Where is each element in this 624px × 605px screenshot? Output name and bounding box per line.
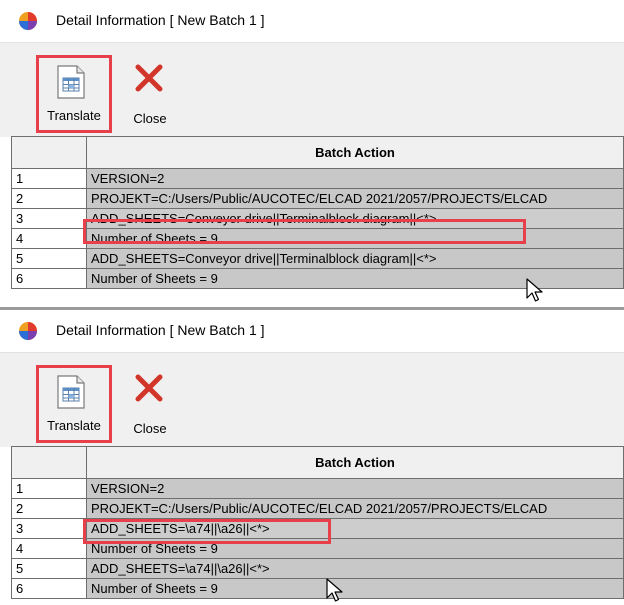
batch-action-cell[interactable]: ADD_SHEETS=Conveyor drive||Terminalblock…	[86, 208, 624, 229]
table-row[interactable]: 5 ADD_SHEETS=\a74||\a26||<*>	[11, 558, 624, 579]
table-row[interactable]: 1 VERSION=2	[11, 478, 624, 499]
batch-action-cell[interactable]: ADD_SHEETS=Conveyor drive||Terminalblock…	[86, 248, 624, 269]
batch-action-cell[interactable]: VERSION=2	[86, 478, 624, 499]
translate-button[interactable]: Translate	[36, 55, 112, 133]
row-number-header	[11, 446, 87, 479]
app-logo-icon	[19, 322, 37, 340]
row-number: 3	[11, 208, 87, 229]
row-number: 2	[11, 498, 87, 519]
batch-action-grid: Batch Action 1 VERSION=2 2 PROJEKT=C:/Us…	[11, 446, 624, 599]
table-row[interactable]: 5 ADD_SHEETS=Conveyor drive||Terminalblo…	[11, 248, 624, 269]
batch-action-cell[interactable]: PROJEKT=C:/Users/Public/AUCOTEC/ELCAD 20…	[86, 188, 624, 209]
title-bar: Detail Information [ New Batch 1 ]	[0, 310, 624, 352]
close-x-icon	[135, 374, 163, 402]
window-title: Detail Information [ New Batch 1 ]	[56, 322, 265, 338]
table-row[interactable]: 4 Number of Sheets = 9	[11, 228, 624, 249]
batch-action-cell[interactable]: ADD_SHEETS=\a74||\a26||<*>	[86, 558, 624, 579]
row-number-header	[11, 136, 87, 169]
title-bar: Detail Information [ New Batch 1 ]	[0, 0, 624, 42]
row-number: 2	[11, 188, 87, 209]
table-row[interactable]: 1 VERSION=2	[11, 168, 624, 189]
table-translate-icon	[57, 65, 85, 99]
detail-window-after: Detail Information [ New Batch 1 ] Trans…	[0, 310, 624, 605]
batch-action-header[interactable]: Batch Action	[86, 136, 624, 169]
batch-action-cell[interactable]: Number of Sheets = 9	[86, 228, 624, 249]
detail-window-before: Detail Information [ New Batch 1 ] Trans…	[0, 0, 624, 308]
translate-button[interactable]: Translate	[36, 365, 112, 443]
translate-label: Translate	[47, 108, 101, 123]
table-row[interactable]: 4 Number of Sheets = 9	[11, 538, 624, 559]
close-button[interactable]: Close	[126, 365, 174, 443]
close-button[interactable]: Close	[126, 55, 174, 133]
row-number: 4	[11, 228, 87, 249]
batch-action-cell[interactable]: PROJEKT=C:/Users/Public/AUCOTEC/ELCAD 20…	[86, 498, 624, 519]
batch-action-grid: Batch Action 1 VERSION=2 2 PROJEKT=C:/Us…	[11, 136, 624, 289]
translate-label: Translate	[47, 418, 101, 433]
row-number: 1	[11, 478, 87, 499]
batch-action-header[interactable]: Batch Action	[86, 446, 624, 479]
app-logo-icon	[19, 12, 37, 30]
row-number: 6	[11, 578, 87, 599]
table-row[interactable]: 3 ADD_SHEETS=Conveyor drive||Terminalblo…	[11, 208, 624, 229]
toolbar: Translate Close	[0, 352, 624, 447]
batch-action-cell[interactable]: VERSION=2	[86, 168, 624, 189]
window-title: Detail Information [ New Batch 1 ]	[56, 12, 265, 28]
row-number: 4	[11, 538, 87, 559]
row-number: 3	[11, 518, 87, 539]
close-x-icon	[135, 64, 163, 92]
batch-action-cell[interactable]: Number of Sheets = 9	[86, 538, 624, 559]
row-number: 6	[11, 268, 87, 289]
batch-action-cell[interactable]: ADD_SHEETS=\a74||\a26||<*>	[86, 518, 624, 539]
toolbar: Translate Close	[0, 42, 624, 137]
table-translate-icon	[57, 375, 85, 409]
table-row[interactable]: 6 Number of Sheets = 9	[11, 578, 624, 599]
mouse-pointer-icon	[326, 578, 343, 602]
table-row[interactable]: 3 ADD_SHEETS=\a74||\a26||<*>	[11, 518, 624, 539]
row-number: 5	[11, 248, 87, 269]
close-label: Close	[133, 111, 167, 126]
mouse-pointer-icon	[526, 278, 543, 302]
row-number: 5	[11, 558, 87, 579]
close-label: Close	[133, 421, 167, 436]
table-row[interactable]: 2 PROJEKT=C:/Users/Public/AUCOTEC/ELCAD …	[11, 498, 624, 519]
table-row[interactable]: 2 PROJEKT=C:/Users/Public/AUCOTEC/ELCAD …	[11, 188, 624, 209]
row-number: 1	[11, 168, 87, 189]
batch-action-cell[interactable]: Number of Sheets = 9	[86, 578, 624, 599]
